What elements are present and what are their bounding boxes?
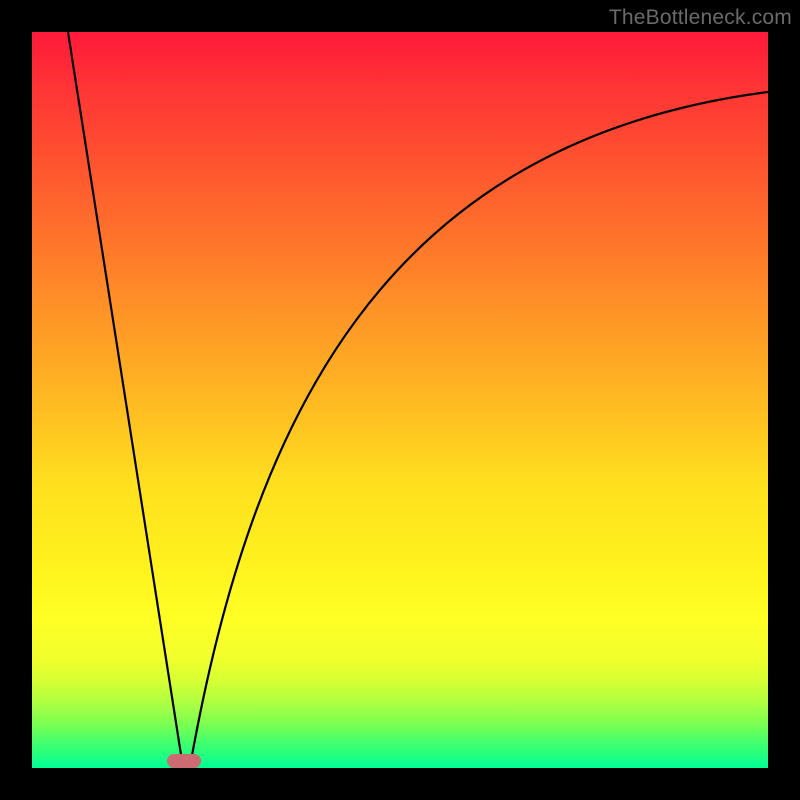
- chart-frame: TheBottleneck.com: [0, 0, 800, 800]
- watermark-label: TheBottleneck.com: [609, 6, 792, 30]
- plot-area: [32, 32, 768, 768]
- optimum-marker: [167, 754, 201, 768]
- bottleneck-curve: [32, 32, 768, 768]
